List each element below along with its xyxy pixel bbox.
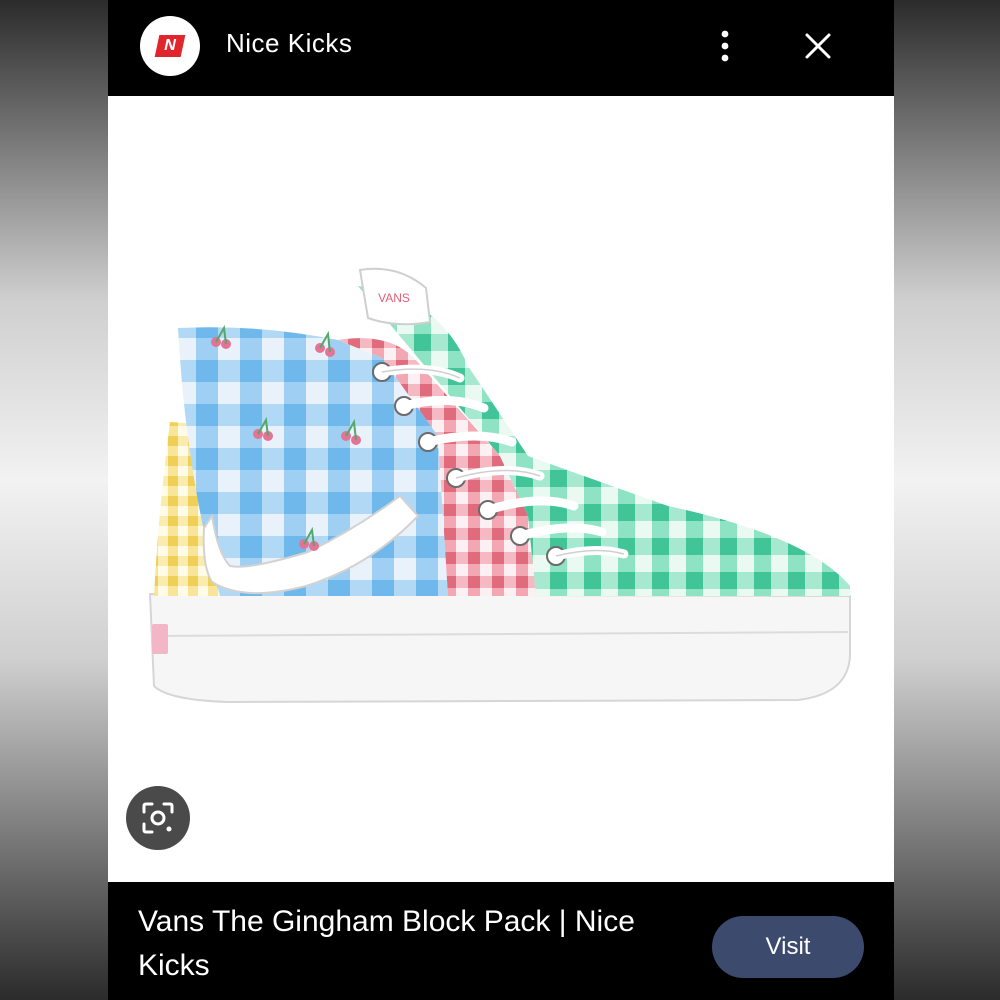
more-vert-icon[interactable] [708, 26, 742, 66]
result-footer: Vans The Gingham Block Pack | Nice Kicks… [108, 882, 894, 1000]
viewer-header: N Nice Kicks [108, 0, 894, 96]
lens-search-icon[interactable] [126, 786, 190, 850]
site-name[interactable]: Nice Kicks [226, 28, 352, 59]
vans-tab-logo: VANS [378, 291, 410, 305]
visit-button[interactable]: Visit [712, 916, 864, 978]
close-icon[interactable] [796, 24, 840, 68]
result-title[interactable]: Vans The Gingham Block Pack | Nice Kicks [138, 900, 658, 988]
logo-mark: N [154, 35, 186, 57]
sneaker-image: VANS [148, 267, 851, 704]
site-logo[interactable]: N [140, 16, 200, 76]
image-viewer-panel: N Nice Kicks VANS Vans The Gingham Block… [108, 0, 894, 1000]
right-backdrop [894, 0, 1000, 1000]
product-image[interactable]: VANS [108, 96, 894, 882]
left-backdrop [0, 0, 108, 1000]
